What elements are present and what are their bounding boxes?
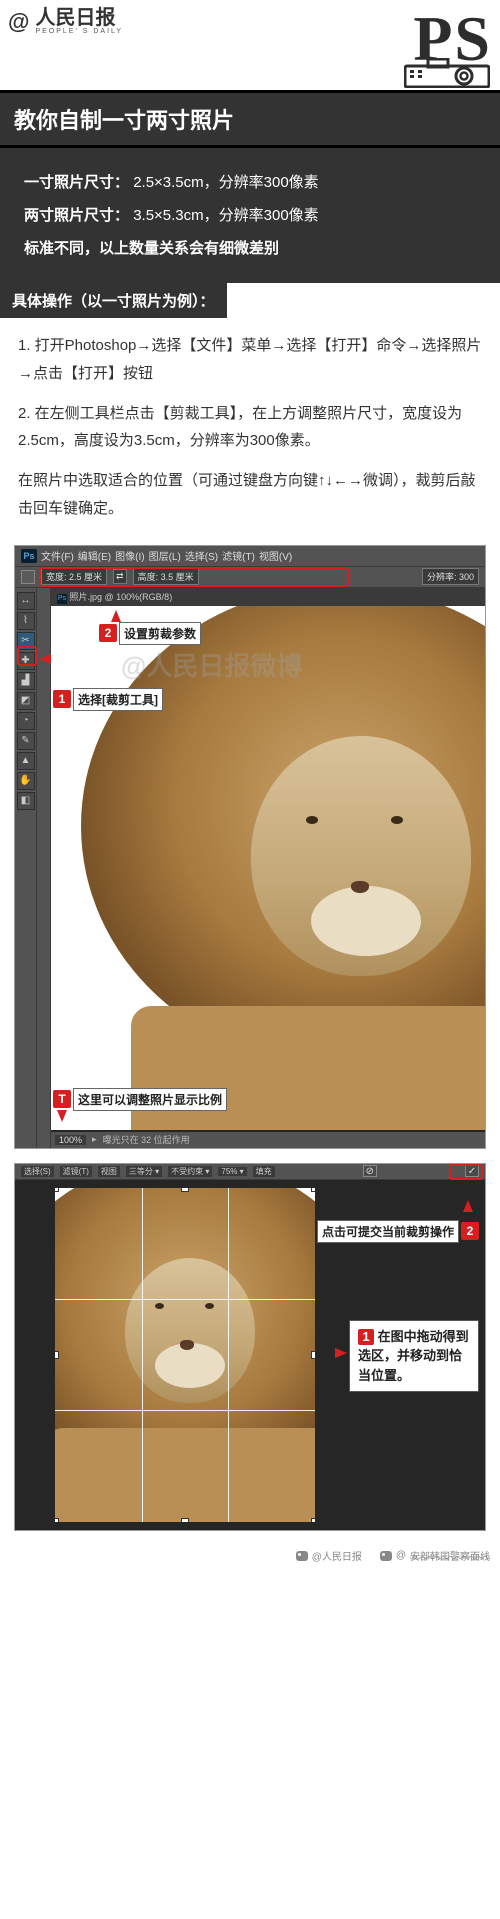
masthead: @ 人民日报 PEOPLE' S DAILY (8, 8, 123, 35)
step-1: 1. 打开Photoshop→选择【文件】菜单→选择【打开】命令→选择照片→点击… (18, 332, 482, 388)
tool-path-icon[interactable]: ▲ (17, 752, 35, 770)
callout-1: 1 选择[裁剪工具] (53, 688, 163, 711)
intro-block: 一寸照片尺寸： 2.5×3.5cm，分辨率300像素 两寸照片尺寸： 3.5×5… (0, 148, 500, 283)
callout-t: T 这里可以调整照片显示比例 (53, 1088, 227, 1111)
step-3: 在照片中选取适合的位置（可通过键盘方向键↑↓←→微调），裁剪后敲击回车键确定。 (18, 467, 482, 523)
step-2: 2. 在左侧工具栏点击【剪裁工具】，在上方调整照片尺寸，宽度设为2.5cm，高度… (18, 400, 482, 456)
footer-weibo-right: @安部韩国警察面线 (380, 1548, 490, 1563)
zoom-field[interactable]: 100% (55, 1135, 86, 1145)
callout-1b-panel: 1 在图中拖动得到选区，并移动到恰当位置。 (349, 1320, 479, 1393)
one-inch-value: 2.5×3.5cm，分辨率300像素 (133, 174, 319, 191)
masthead-en: PEOPLE' S DAILY (35, 28, 123, 35)
status-message: 曝光只在 32 位起作用 (103, 1133, 190, 1146)
tool-stamp-icon[interactable]: ▟ (17, 672, 35, 690)
callout-ring (17, 646, 37, 666)
menu-view[interactable]: 视图(V) (259, 548, 292, 563)
ps2-canvas[interactable] (55, 1188, 315, 1522)
crop-tool-icon (21, 570, 35, 584)
at-symbol: @ (8, 9, 29, 35)
ps2-constraint[interactable]: 不受约束 ▾ (168, 1166, 212, 1177)
ps2-rule-of-thirds[interactable]: 三等分 ▾ (126, 1166, 162, 1177)
opt-resolution[interactable]: 分辨率: 300 (422, 568, 479, 585)
photoshop-screenshot-2: 选择(S) 滤镜(T) 视图 三等分 ▾ 不受约束 ▾ 75% ▾ 填充 ⊘ ✓ (14, 1163, 486, 1531)
tool-pen-icon[interactable]: ✎ (17, 732, 35, 750)
weibo-icon (296, 1551, 308, 1561)
lion-photo (51, 606, 485, 1130)
document-tab[interactable]: Ps 照片.jpg @ 100%(RGB/8) (51, 588, 485, 606)
ps-tool-column-b (37, 588, 51, 1148)
callout-2b: 2 点击可提交当前裁剪操作 (317, 1220, 479, 1243)
arrow-icon (463, 1200, 473, 1212)
ps2-menu-view[interactable]: 视图 (98, 1166, 120, 1177)
menu-select[interactable]: 选择(S) (185, 548, 218, 563)
ps-app-icon: Ps (21, 549, 37, 563)
masthead-cn: 人民日报 (35, 8, 123, 28)
footer: @人民日报 @安部韩国警察面线 (0, 1541, 500, 1571)
one-inch-label: 一寸照片尺寸： (24, 174, 129, 191)
page-title: 教你自制一寸两寸照片 (14, 108, 234, 133)
weibo-icon (380, 1551, 392, 1561)
status-bar: 100% ▸ 曝光只在 32 位起作用 (51, 1132, 485, 1148)
ps2-menu-filter[interactable]: 滤镜(T) (60, 1166, 92, 1177)
ps-doc-icon: Ps (57, 594, 67, 604)
camera-icon (404, 58, 490, 88)
callout-1b-text: 在图中拖动得到选区，并移动到恰当位置。 (358, 1329, 469, 1383)
section-heading: 具体操作（以一寸照片为例）： (0, 283, 227, 318)
callout-num: 1 (358, 1329, 374, 1345)
photoshop-screenshot-1: Ps 文件(F) 编辑(E) 图像(I) 图层(L) 选择(S) 滤镜(T) 视… (14, 545, 486, 1149)
menu-image[interactable]: 图像(I) (115, 548, 144, 563)
steps-text: 1. 打开Photoshop→选择【文件】菜单→选择【打开】命令→选择照片→点击… (0, 318, 500, 545)
header: @ 人民日报 PEOPLE' S DAILY PS (0, 0, 500, 90)
cancel-crop-button[interactable]: ⊘ (363, 1165, 377, 1177)
callout-2: 2 设置剪裁参数 (99, 622, 201, 645)
tool-blur-icon[interactable]: ◔ (17, 712, 35, 730)
ps2-fill[interactable]: 填充 (253, 1166, 275, 1177)
canvas[interactable]: @人民日报微博 (51, 606, 485, 1130)
tool-hand-icon[interactable]: ✋ (17, 772, 35, 790)
two-inch-label: 两寸照片尺寸： (24, 207, 129, 224)
ps-menubar: Ps 文件(F) 编辑(E) 图像(I) 图层(L) 选择(S) 滤镜(T) 视… (15, 546, 485, 566)
callout-ring (39, 567, 349, 587)
menu-file[interactable]: 文件(F) (41, 548, 74, 563)
menu-edit[interactable]: 编辑(E) (78, 548, 111, 563)
tool-fg-icon[interactable]: ◧ (17, 792, 35, 810)
footer-weibo-left: @人民日报 (296, 1548, 362, 1563)
arrow-icon (39, 654, 51, 664)
title-bar: 教你自制一寸两寸照片 (0, 90, 500, 148)
ps2-options-bar: 选择(S) 滤镜(T) 视图 三等分 ▾ 不受约束 ▾ 75% ▾ 填充 ⊘ ✓ (15, 1164, 485, 1180)
intro-note: 标准不同，以上数量关系会有细微差别 (24, 232, 476, 265)
arrow-icon (335, 1348, 347, 1358)
arrow-icon (111, 610, 121, 622)
ps-tool-column-a: ↔ ⌇ ✂ ✚ ▟ ◩ ◔ ✎ ▲ ✋ ◧ (15, 588, 37, 1148)
ps-canvas-area: Ps 照片.jpg @ 100%(RGB/8) @人民日报微博 (51, 588, 485, 1148)
doc-info-icon[interactable]: ▸ (92, 1134, 97, 1145)
tool-move-icon[interactable]: ↔ (17, 592, 35, 610)
callout-ring (449, 1164, 483, 1180)
ps-options-bar: 宽度: 2.5 厘米 ⇄ 高度: 3.5 厘米 分辨率: 300 (15, 566, 485, 588)
arrow-icon (57, 1110, 67, 1122)
menu-layer[interactable]: 图层(L) (149, 548, 181, 563)
ps2-opacity[interactable]: 75% ▾ (218, 1167, 246, 1176)
tool-lasso-icon[interactable]: ⌇ (17, 612, 35, 630)
crop-overlay (55, 1188, 315, 1522)
tool-eraser-icon[interactable]: ◩ (17, 692, 35, 710)
menu-filter[interactable]: 滤镜(T) (222, 548, 255, 563)
two-inch-value: 3.5×5.3cm，分辨率300像素 (133, 207, 319, 224)
ps2-menu-select[interactable]: 选择(S) (21, 1166, 54, 1177)
